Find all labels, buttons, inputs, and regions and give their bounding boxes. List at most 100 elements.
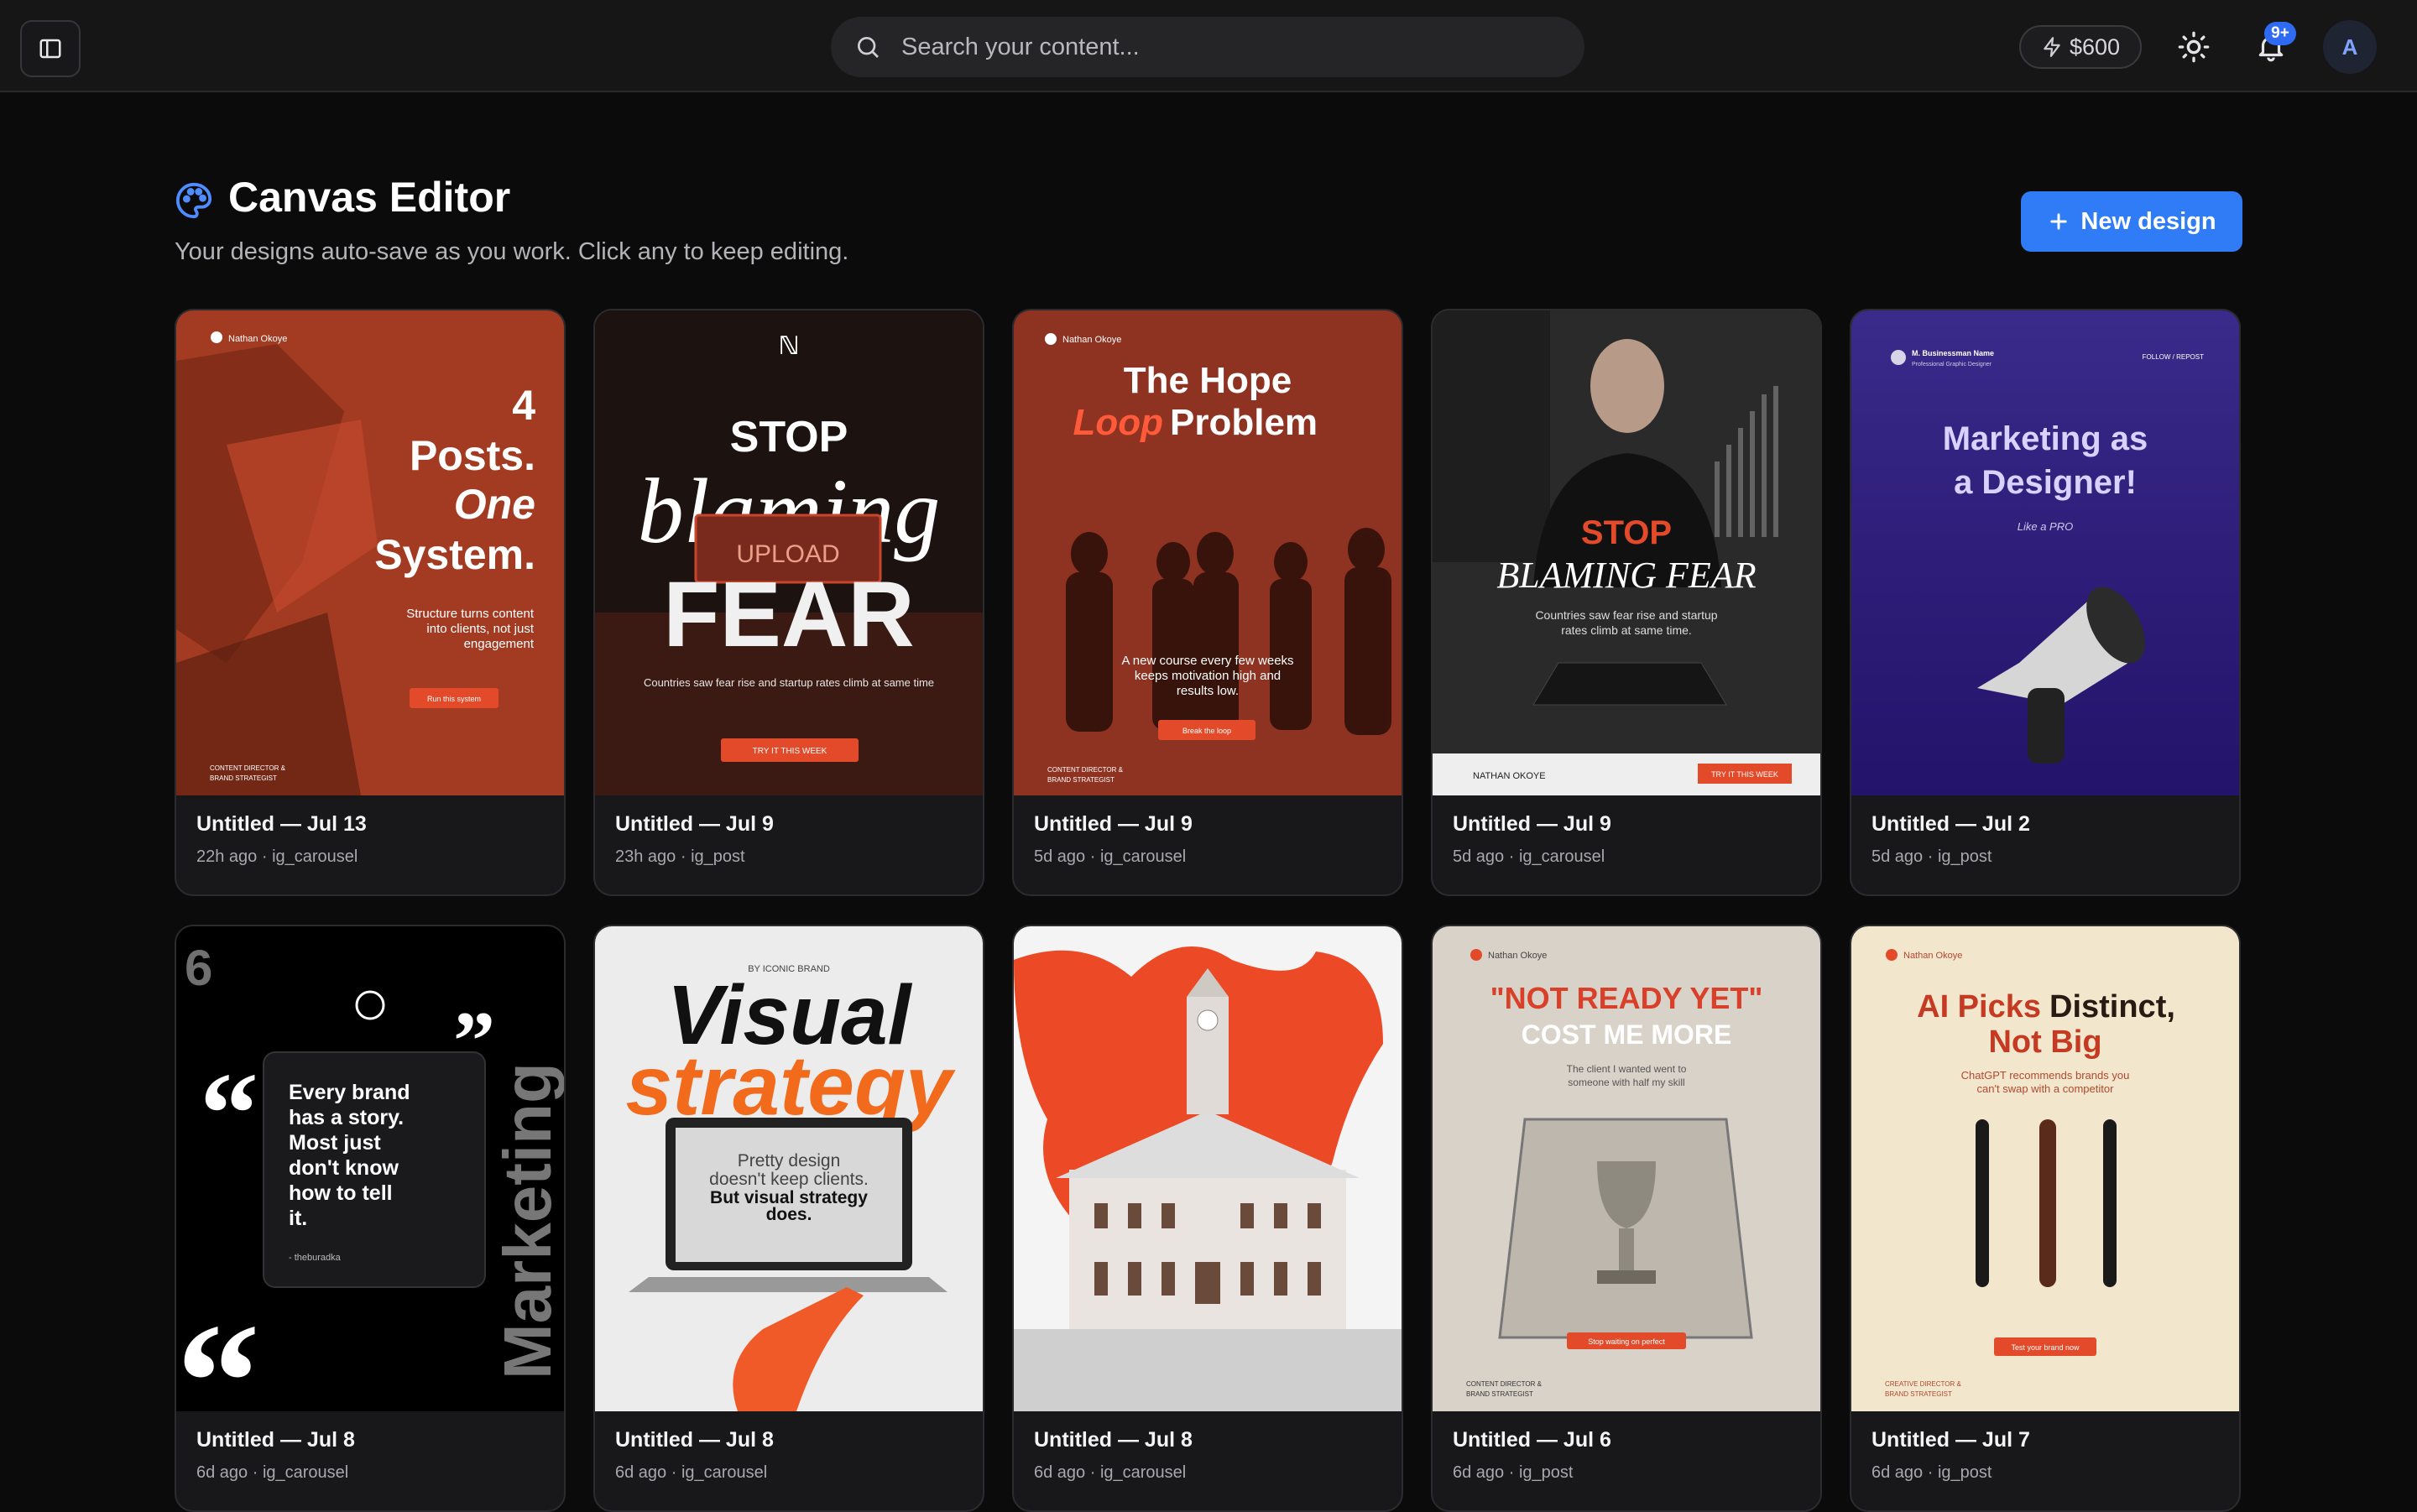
svg-text:Not Big: Not Big	[1988, 1025, 2101, 1060]
design-card[interactable]: Nathan Okoye "NOT READY YET" COST ME MOR…	[1431, 925, 1822, 1512]
svg-text:CONTENT DIRECTOR &: CONTENT DIRECTOR &	[210, 764, 286, 772]
lightning-icon	[2044, 37, 2060, 57]
svg-text:“: “	[200, 1049, 258, 1179]
design-card[interactable]: Untitled — Jul 8 6d ago · ig_carousel	[1012, 925, 1403, 1512]
svg-text:has a story.: has a story.	[289, 1106, 404, 1129]
search-input[interactable]	[900, 32, 1541, 62]
svg-text:BRAND STRATEGIST: BRAND STRATEGIST	[1885, 1390, 1952, 1398]
svg-text:Countries saw fear rise and st: Countries saw fear rise and startup rate…	[644, 676, 934, 689]
svg-text:AI Picks: AI Picks	[1917, 989, 2041, 1025]
design-card[interactable]: Nathan Okoye AI Picks Distinct, Not Big …	[1850, 925, 2241, 1512]
design-title: Untitled — Jul 9	[615, 812, 774, 836]
svg-text:results low.: results low.	[1177, 684, 1239, 698]
svg-text:Marketing: Marketing	[490, 1062, 564, 1379]
svg-text:Nathan Okoye: Nathan Okoye	[228, 334, 287, 344]
theme-toggle-button[interactable]	[2172, 25, 2216, 69]
avatar[interactable]: A	[2323, 20, 2377, 74]
design-meta: 6d ago · ig_carousel	[615, 1463, 768, 1482]
svg-text:Like a PRO: Like a PRO	[2018, 520, 2073, 533]
svg-text:Pretty design: Pretty design	[738, 1151, 841, 1170]
design-card[interactable]: ℕ STOP blaming UPLOAD FEAR Countries saw…	[593, 309, 984, 896]
page-title: Canvas Editor	[228, 174, 511, 221]
design-title: Untitled — Jul 9	[1034, 812, 1193, 836]
design-meta: 5d ago · ig_carousel	[1453, 847, 1605, 866]
design-card[interactable]: Nathan Okoye 4 Posts. One System. Struct…	[175, 309, 566, 896]
design-title: Untitled — Jul 2	[1871, 812, 2030, 836]
design-title: Untitled — Jul 6	[1453, 1428, 1611, 1452]
svg-text:someone with half my skill: someone with half my skill	[1568, 1077, 1684, 1088]
svg-text:M. Businessman Name: M. Businessman Name	[1912, 349, 1994, 357]
design-card[interactable]: Nathan Okoye The Hope Loop Problem A new…	[1012, 309, 1403, 896]
svg-text:Professional Graphic Designer: Professional Graphic Designer	[1912, 362, 1992, 368]
search-icon	[858, 37, 879, 58]
svg-text:Problem: Problem	[1170, 402, 1318, 443]
svg-text:CONTENT DIRECTOR &: CONTENT DIRECTOR &	[1047, 766, 1124, 774]
svg-text:Marketing as: Marketing as	[1943, 420, 2148, 457]
svg-text:“: “	[176, 1290, 260, 1411]
svg-text:- theburadka: - theburadka	[289, 1253, 342, 1263]
design-thumbnail: BY ICONIC BRAND Visual strategy Pretty d…	[595, 926, 983, 1411]
design-card[interactable]: STOP BLAMING FEAR Countries saw fear ris…	[1431, 309, 1822, 896]
design-card[interactable]: M. Businessman Name Professional Graphic…	[1850, 309, 2241, 896]
design-meta: 6d ago · ig_post	[1453, 1463, 1574, 1482]
sidebar-icon	[39, 39, 61, 59]
design-meta: 23h ago · ig_post	[615, 847, 745, 866]
svg-text:FEAR: FEAR	[663, 563, 914, 666]
design-thumbnail	[1014, 926, 1402, 1411]
design-title: Untitled — Jul 9	[1453, 812, 1611, 836]
design-title: Untitled — Jul 8	[615, 1428, 774, 1452]
design-meta: 6d ago · ig_carousel	[1034, 1463, 1187, 1482]
design-card[interactable]: 6 “ ” “ Every brand has a story. Most ju…	[175, 925, 566, 1512]
design-thumbnail: Nathan Okoye The Hope Loop Problem A new…	[1014, 310, 1402, 795]
svg-text:CONTENT DIRECTOR &: CONTENT DIRECTOR &	[1466, 1380, 1543, 1388]
design-meta: 5d ago · ig_carousel	[1034, 847, 1187, 866]
design-meta: 6d ago · ig_post	[1871, 1463, 1992, 1482]
credits-button[interactable]: $600	[2019, 25, 2142, 69]
svg-text:Nathan Okoye: Nathan Okoye	[1903, 951, 1962, 961]
svg-text:Posts.: Posts.	[410, 432, 535, 479]
svg-text:TRY IT THIS WEEK: TRY IT THIS WEEK	[753, 747, 827, 756]
svg-text:System.: System.	[374, 531, 535, 578]
notification-badge: 9+	[2264, 22, 2296, 45]
design-thumbnail: Nathan Okoye AI Picks Distinct, Not Big …	[1851, 926, 2239, 1411]
svg-text:6: 6	[185, 940, 212, 996]
svg-text:Loop: Loop	[1073, 402, 1163, 443]
page-subtitle: Your designs auto-save as you work. Clic…	[175, 238, 849, 265]
svg-text:Break the loop: Break the loop	[1182, 727, 1231, 735]
design-thumbnail: STOP BLAMING FEAR Countries saw fear ris…	[1433, 310, 1820, 795]
svg-text:STOP: STOP	[1581, 514, 1672, 551]
svg-text:TRY IT THIS WEEK: TRY IT THIS WEEK	[1711, 770, 1778, 779]
svg-text:a Designer!: a Designer!	[1954, 464, 2137, 501]
sun-icon	[2178, 31, 2210, 63]
design-title: Untitled — Jul 8	[1034, 1428, 1193, 1452]
svg-text:"NOT READY YET": "NOT READY YET"	[1490, 981, 1763, 1015]
svg-text:can't swap with a competitor: can't swap with a competitor	[1977, 1082, 2115, 1095]
design-title: Untitled — Jul 8	[196, 1428, 355, 1452]
svg-text:ChatGPT recommends brands you: ChatGPT recommends brands you	[1961, 1069, 2130, 1082]
svg-text:Run this system: Run this system	[427, 695, 481, 703]
sidebar-toggle-button[interactable]	[20, 20, 81, 77]
svg-text:The Hope: The Hope	[1124, 360, 1292, 401]
svg-text:Nathan Okoye: Nathan Okoye	[1062, 335, 1121, 345]
svg-text:engagement: engagement	[464, 637, 535, 651]
svg-text:it.: it.	[289, 1207, 307, 1230]
svg-text:Nathan Okoye: Nathan Okoye	[1488, 951, 1547, 961]
svg-text:The client I wanted went to: The client I wanted went to	[1567, 1063, 1687, 1075]
svg-text:does.: does.	[766, 1205, 812, 1224]
plus-icon	[2050, 213, 2068, 230]
design-title: Untitled — Jul 7	[1871, 1428, 2030, 1452]
search-bar[interactable]	[831, 17, 1584, 77]
svg-text:A new course every few weeks: A new course every few weeks	[1121, 654, 1293, 668]
new-design-button[interactable]: New design	[2021, 191, 2242, 252]
design-meta: 5d ago · ig_post	[1871, 847, 1992, 866]
svg-text:Structure turns content: Structure turns content	[406, 607, 535, 621]
design-thumbnail: Nathan Okoye 4 Posts. One System. Struct…	[176, 310, 564, 795]
svg-text:BRAND STRATEGIST: BRAND STRATEGIST	[1047, 776, 1115, 784]
svg-text:Every brand: Every brand	[289, 1081, 410, 1104]
svg-text:Stop waiting on perfect: Stop waiting on perfect	[1588, 1337, 1665, 1346]
svg-text:keeps motivation high and: keeps motivation high and	[1135, 669, 1281, 683]
new-design-label: New design	[2080, 207, 2216, 235]
svg-text:One: One	[454, 481, 535, 528]
svg-text:BRAND STRATEGIST: BRAND STRATEGIST	[210, 774, 277, 782]
design-card[interactable]: BY ICONIC BRAND Visual strategy Pretty d…	[593, 925, 984, 1512]
